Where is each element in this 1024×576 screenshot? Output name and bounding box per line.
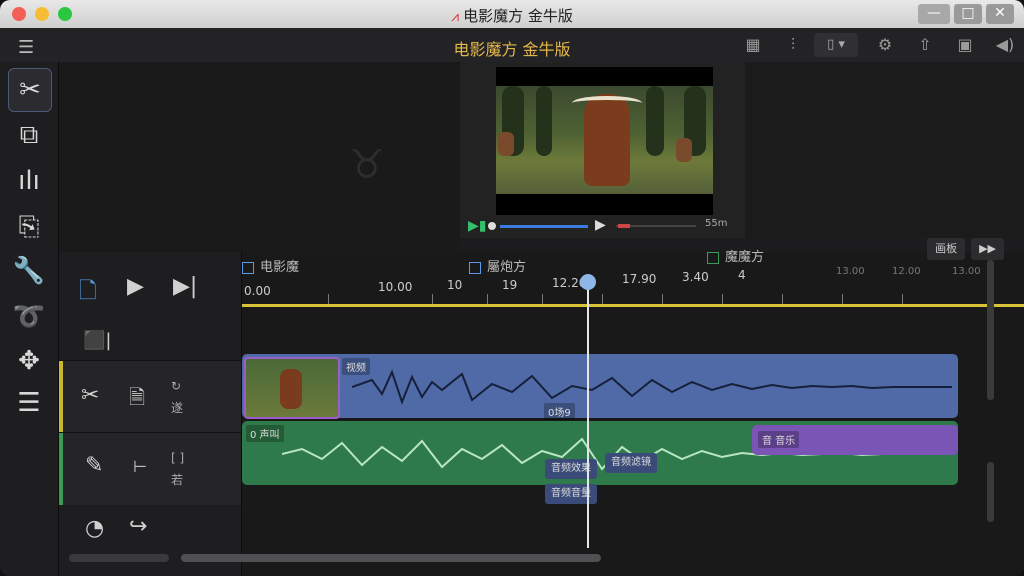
music-clip[interactable]: 音 音乐 [752, 425, 958, 455]
playhead[interactable] [587, 278, 589, 548]
skip-end-icon[interactable]: ▶| [173, 274, 197, 299]
play-start-icon[interactable]: ▶▮ [468, 218, 486, 234]
ruler-label: 19 [502, 278, 518, 292]
scissors-icon[interactable]: ✂ [81, 383, 99, 408]
audio-clip-label: 0 声叫 [246, 425, 284, 442]
effect-clip-1[interactable]: 音频效果 [545, 459, 597, 479]
rotate-icon[interactable]: ↻ [171, 379, 181, 393]
toolbar-right-icons: ▦ ⫶ ▯ ▾ ⚙ ⇧ ▣ ◀) [726, 31, 1024, 59]
split-icon[interactable]: ⫶ [780, 32, 806, 58]
document-icon[interactable]: 🗎 [129, 383, 145, 417]
app-window: ⩘ 电影魔方 金牛版 — □ ✕ ☰ 电影魔方 金牛版 ▦ ⫶ ▯ ▾ ⚙ ⇧ ▣… [0, 0, 1024, 576]
effect-clip-3[interactable]: 音频音量 [545, 484, 597, 504]
minimize-icon[interactable]: — [918, 4, 950, 24]
title-bar: ⩘ 电影魔方 金牛版 — □ ✕ [0, 0, 1024, 28]
right-viewer [746, 62, 1024, 238]
play-icon[interactable]: ▶ [595, 217, 606, 233]
left-toolbar: ✂ ⧉ ılı ⎘ 🔧 ➰ ✥ ☰ [0, 62, 59, 576]
effect-clip-2[interactable]: 音频滤镜 [605, 453, 657, 473]
move-icon[interactable]: ✥ [8, 340, 50, 382]
bracket-icon[interactable]: [ ] [171, 451, 184, 465]
timeline-controls: 🗋 ▶ ▶| ⬛| ✂ 🗎 ↻ 遂 ✎ ⊢ [ ] 若 ◔ ↪ [59, 252, 242, 576]
bull-figure [572, 94, 642, 186]
app-logo-icon: ⩘ [451, 9, 460, 25]
track-label-3: 魔魔方 [707, 246, 764, 265]
vertical-scrollbar[interactable] [987, 260, 994, 400]
gear-icon[interactable]: ⚙ [872, 32, 898, 58]
ruler-label: 17.90 [622, 272, 657, 286]
file-blue-icon[interactable]: 🗋 [79, 274, 97, 312]
track-row-1-text: 遂 [171, 401, 184, 415]
audio-wave-icon[interactable]: ılı [8, 160, 50, 202]
grid-icon[interactable]: ▦ [740, 32, 766, 58]
window-title: ⩘ 电影魔方 金牛版 [0, 5, 1024, 26]
image-icon[interactable]: ▣ [952, 32, 978, 58]
file-icon[interactable]: ⎘ [8, 206, 50, 248]
ruler-label: 10.00 [378, 280, 413, 294]
ruler-label: 10 [447, 278, 463, 292]
ruler-label: 0.00 [244, 284, 271, 298]
trim-icon[interactable]: ⊢ [133, 457, 147, 476]
time-label: 55m [705, 218, 728, 229]
source-viewer: ♉ [59, 62, 459, 252]
crop-icon[interactable]: ⧉ [8, 114, 50, 156]
playhead-knob[interactable] [580, 274, 596, 290]
track-row-1: ✂ 🗎 ↻ 遂 [59, 360, 241, 433]
music-clip-label: 音 音乐 [758, 431, 800, 448]
track-row-2-text: 若 [171, 473, 184, 487]
restore-icon[interactable]: □ [954, 4, 982, 24]
forward-button[interactable]: ▶▶ [971, 238, 1004, 260]
preview-panel: ▶▮ ▶ 55m [460, 62, 745, 238]
ruler-label: 3.40 [682, 270, 709, 284]
bull-watermark-icon: ♉ [349, 142, 385, 188]
artboard-button[interactable]: 画板 [927, 238, 966, 260]
close-icon[interactable]: ✕ [986, 4, 1014, 24]
volume-mark [618, 224, 630, 228]
ruler-label: 13.00 [952, 266, 981, 277]
track-label-1: 电影魔 [242, 256, 299, 275]
clip-icon[interactable]: ⬛| [83, 330, 111, 351]
ruler-label: 4 [738, 268, 746, 282]
ruler-label: 13.00 [836, 266, 865, 277]
vertical-scrollbar-2[interactable] [987, 462, 994, 522]
device-dropdown[interactable]: ▯ ▾ [814, 33, 858, 57]
play-icon[interactable]: ▶ [127, 274, 144, 299]
lasso-icon[interactable]: ➰ [8, 296, 50, 338]
scrub-knob[interactable] [488, 222, 496, 230]
playback-controls: ▶▮ ▶ 55m [468, 217, 738, 234]
main-toolbar: ☰ 电影魔方 金牛版 ▦ ⫶ ▯ ▾ ⚙ ⇧ ▣ ◀) [0, 28, 1024, 63]
speedometer-icon[interactable]: ◔ [85, 516, 104, 541]
video-thumbnail [244, 357, 340, 419]
video-audio-waveform [352, 369, 952, 405]
preview-frame [496, 67, 713, 215]
window-controls: — □ ✕ [918, 4, 1014, 24]
horizontal-scrollbar-left[interactable] [69, 554, 169, 562]
preview-image [496, 86, 713, 194]
brush-icon[interactable]: ✎ [85, 453, 103, 478]
ruler-label: 12.00 [892, 266, 921, 277]
audio-clip-label-2: 0场9 [544, 403, 575, 420]
upload-icon[interactable]: ⇧ [912, 32, 938, 58]
layers-icon[interactable]: ☰ [8, 382, 50, 424]
progress-bar[interactable] [500, 225, 588, 228]
volume-icon[interactable]: ◀) [992, 32, 1018, 58]
scissors-icon[interactable]: ✂ [8, 68, 52, 112]
track-label-2: 屬炮方 [469, 256, 526, 275]
video-clip[interactable]: 视频 [242, 354, 958, 419]
timeline-top-buttons: 画板 ▶▶ [927, 238, 1004, 260]
timeline-panel: 🗋 ▶ ▶| ⬛| ✂ 🗎 ↻ 遂 ✎ ⊢ [ ] 若 ◔ ↪ 电影魔 屬炮方 [59, 238, 1024, 576]
time-ruler[interactable]: 0.00 10.00 10 19 12.20 17.90 3.40 4 13.0… [242, 266, 1024, 310]
share-icon[interactable]: ↪ [129, 514, 147, 539]
wrench-icon[interactable]: 🔧 [8, 250, 50, 292]
window-title-text: 电影魔方 金牛版 [463, 7, 573, 25]
horizontal-scrollbar[interactable] [181, 554, 601, 562]
track-row-2: ✎ ⊢ [ ] 若 [59, 432, 241, 505]
